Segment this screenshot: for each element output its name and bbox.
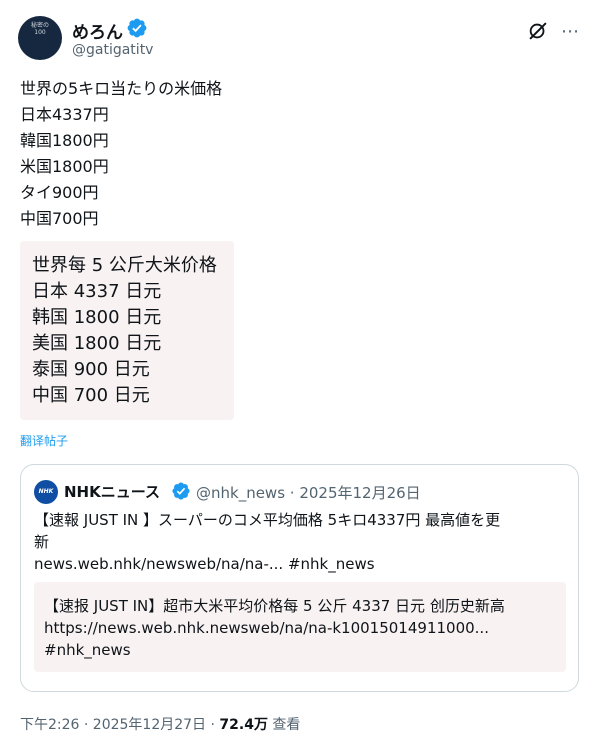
quoted-translation-box: 【速报 JUST IN】超市大米平均价格每 5 公斤 4337 日元 创历史新高…	[34, 582, 566, 672]
quoted-text-line: 新	[34, 533, 50, 551]
tweet-text-line: 世界の5キロ当たりの米価格	[20, 79, 223, 98]
translation-line: 世界每 5 公斤大米价格	[32, 255, 217, 276]
verified-badge-icon	[127, 18, 147, 38]
tweet-text-line: タイ900円	[20, 183, 99, 202]
translation-line: 中国 700 日元	[32, 385, 150, 406]
grok-icon[interactable]	[527, 20, 549, 42]
quoted-translation-line: https://news.web.nhk.newsweb/na/na-k1001…	[44, 619, 489, 637]
author-name[interactable]: めろん	[72, 18, 123, 43]
tweet-text-line: 日本4337円	[20, 105, 109, 124]
tweet-footer: 下午2:26 · 2025年12月27日 · 72.4万 查看	[20, 714, 300, 734]
translation-line: 泰国 900 日元	[32, 359, 150, 380]
tweet-text-line: 米国1800円	[20, 157, 109, 176]
view-count: 72.4万	[219, 717, 268, 733]
quoted-author-name[interactable]: NHKニュース	[64, 481, 160, 502]
translation-line: 韩国 1800 日元	[32, 307, 162, 328]
nhk-logo-avatar[interactable]: NHK NEWS	[34, 480, 58, 519]
author-handle[interactable]: @gatigatitv	[72, 42, 153, 58]
more-icon[interactable]: ⋯	[561, 21, 580, 42]
quoted-link[interactable]: news.web.nhk/newsweb/na/na-... #nhk_news	[34, 553, 375, 575]
translation-line: 日本 4337 日元	[32, 281, 162, 302]
tweet-text-line: 中国700円	[20, 209, 99, 228]
avatar-text: 秘密の100	[31, 22, 50, 36]
avatar[interactable]: 秘密の100	[18, 16, 62, 60]
timestamp[interactable]: 下午2:26 · 2025年12月27日 ·	[20, 717, 219, 733]
views-label: 查看	[267, 717, 301, 733]
quoted-handle-date[interactable]: @nhk_news · 2025年12月26日	[196, 482, 421, 503]
quoted-translation-line: #nhk_news	[44, 641, 131, 659]
tweet-text-line: 韓国1800円	[20, 131, 109, 150]
quoted-text-line: 【速報 JUST IN 】スーパーのコメ平均価格 5キロ4337円 最高値を更	[34, 511, 501, 529]
quoted-translation-line: 【速报 JUST IN】超市大米平均价格每 5 公斤 4337 日元 创历史新高	[44, 597, 505, 615]
translation-line: 美国 1800 日元	[32, 333, 162, 354]
translation-box: 世界每 5 公斤大米价格 日本 4337 日元 韩国 1800 日元 美国 18…	[20, 241, 234, 420]
translate-post-link[interactable]: 翻译帖子	[20, 432, 68, 449]
verified-badge-icon	[172, 482, 190, 500]
